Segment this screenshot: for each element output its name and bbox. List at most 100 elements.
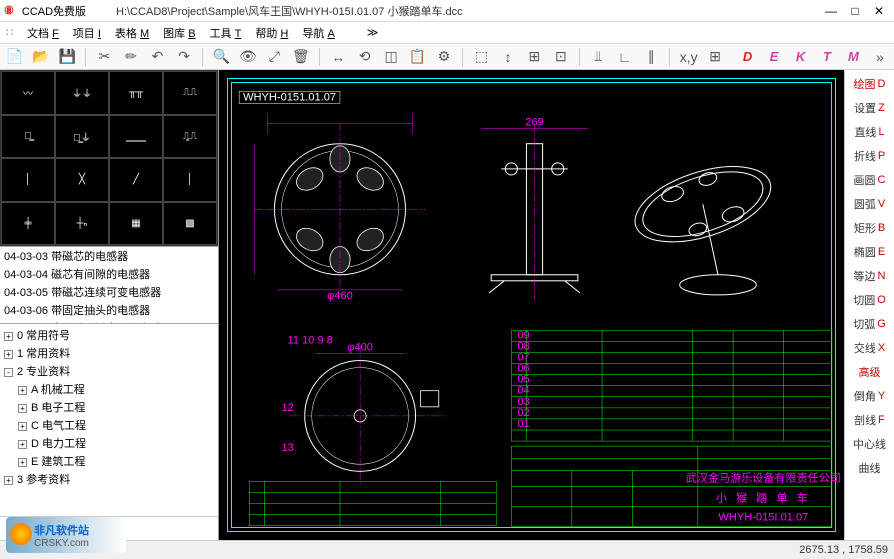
draw-tool-切弧[interactable]: 切弧G: [845, 312, 894, 336]
tree-node[interactable]: -2 专业资料: [4, 362, 214, 380]
menu-m[interactable]: 表格 M: [115, 28, 149, 40]
menu-a[interactable]: 导航 A: [302, 28, 334, 40]
symbol-cell[interactable]: ╱: [109, 158, 163, 202]
symbol-cell[interactable]: ╳: [55, 158, 109, 202]
toolbar-button[interactable]: ⊞: [705, 46, 725, 68]
symbol-cell[interactable]: ⏚⏚: [55, 71, 109, 115]
toolbar-button[interactable]: ✂: [94, 46, 114, 68]
symbol-cell[interactable]: ╪: [1, 202, 55, 246]
draw-tool-等边[interactable]: 等边N: [845, 264, 894, 288]
svg-text:φ400: φ400: [347, 341, 373, 353]
main-area: 〰⏚⏚╥╥⎍⎍〰͇⏚͇⏚⎽⎽⎍͇⎍│╳╱│╪┼ₙ▦▩ 04-03-03 带磁芯的…: [0, 70, 894, 540]
draw-tool-切圆[interactable]: 切圆O: [845, 288, 894, 312]
draw-tool-矩形[interactable]: 矩形B: [845, 216, 894, 240]
symbol-cell[interactable]: ┼ₙ: [55, 202, 109, 246]
toolbar-button[interactable]: ↕: [498, 46, 518, 68]
draw-tool-交线[interactable]: 交线X: [845, 336, 894, 360]
resource-tree: +0 常用符号+1 常用资料-2 专业资料+A 机械工程+B 电子工程+C 电气…: [0, 324, 218, 516]
tree-node[interactable]: +C 电气工程: [4, 416, 214, 434]
tree-node[interactable]: +D 电力工程: [4, 434, 214, 452]
symbol-cell[interactable]: ▦: [109, 202, 163, 246]
toolbar-button[interactable]: ✏: [121, 46, 141, 68]
toolbar-button[interactable]: ↷: [174, 46, 194, 68]
symbol-cell[interactable]: ⏚͇⏚: [55, 115, 109, 159]
symbol-cell[interactable]: ⎽⎽: [109, 115, 163, 159]
toolbar-button[interactable]: x,y: [678, 46, 698, 68]
menu-f[interactable]: 文档 F: [27, 28, 59, 40]
toolbar-button[interactable]: 📋: [407, 46, 427, 68]
toolbar-button[interactable]: ⫫: [588, 46, 608, 68]
tree-node[interactable]: +0 常用符号: [4, 326, 214, 344]
draw-tool-剖线[interactable]: 剖线F: [845, 408, 894, 432]
draw-tool-曲线[interactable]: 曲线: [845, 456, 894, 480]
svg-text:小 猴 踏 单 车: 小 猴 踏 单 车: [716, 491, 811, 505]
draw-tool-椭圆[interactable]: 椭圆E: [845, 240, 894, 264]
close-button[interactable]: ✕: [868, 3, 890, 19]
symbol-list-item[interactable]: 04-03-03 带磁芯的电感器: [0, 247, 218, 265]
symbol-list-item[interactable]: 04-03-04 磁芯有间隙的电感器: [0, 265, 218, 283]
menu-fold-icon[interactable]: ∷: [6, 26, 13, 39]
toolbar-button[interactable]: 💾: [57, 46, 77, 68]
draw-tool-绘图[interactable]: 绘图D: [845, 72, 894, 96]
symbol-cell[interactable]: 〰͇: [1, 115, 55, 159]
symbol-cell[interactable]: ⎍⎍: [163, 71, 217, 115]
mode-button-d[interactable]: D: [737, 46, 757, 68]
symbol-cell[interactable]: │: [1, 158, 55, 202]
file-path: H:\CCAD8\Project\Sample\风车王国\WHYH-015I.0…: [116, 3, 463, 19]
symbol-list-item[interactable]: 04-03-05 带磁芯连续可变电感器: [0, 283, 218, 301]
toolbar-button[interactable]: ⊡: [551, 46, 571, 68]
toolbar-button[interactable]: ∥: [641, 46, 661, 68]
mode-button-e[interactable]: E: [764, 46, 784, 68]
menu-t[interactable]: 工具 T: [210, 28, 242, 40]
symbol-cell[interactable]: │: [163, 158, 217, 202]
cursor-coordinates: 2675.13 , 1758.59: [799, 544, 888, 556]
toolbar-button[interactable]: 👁: [238, 46, 258, 68]
draw-tool-折线[interactable]: 折线P: [845, 144, 894, 168]
toolbar-button[interactable]: 📄: [4, 46, 24, 68]
toolbar-button[interactable]: ⊞: [524, 46, 544, 68]
tree-node[interactable]: +B 电子工程: [4, 398, 214, 416]
symbol-list-item[interactable]: 04-03-06 带固定抽头的电感器: [0, 301, 218, 319]
toolbar-button[interactable]: ⟲: [354, 46, 374, 68]
toolbar-button[interactable]: ∟: [615, 46, 635, 68]
draw-tool-高级[interactable]: 高级: [845, 360, 894, 384]
mode-button-m[interactable]: M: [843, 46, 863, 68]
draw-tool-圆弧[interactable]: 圆弧V: [845, 192, 894, 216]
draw-tool-画圆[interactable]: 画圆C: [845, 168, 894, 192]
tree-node[interactable]: +1 常用资料: [4, 344, 214, 362]
symbol-cell[interactable]: ▩: [163, 202, 217, 246]
toolbar-button[interactable]: ↔: [328, 46, 348, 68]
menu-overflow[interactable]: ≫: [367, 26, 379, 39]
tree-node[interactable]: +3 参考资料: [4, 470, 214, 488]
symbol-cell[interactable]: ⎍͇⎍: [163, 115, 217, 159]
toolbar-button[interactable]: 🗑: [291, 46, 311, 68]
minimize-button[interactable]: —: [820, 3, 842, 19]
mode-button-k[interactable]: K: [790, 46, 810, 68]
draw-tool-倒角[interactable]: 倒角Y: [845, 384, 894, 408]
tree-node[interactable]: +A 机械工程: [4, 380, 214, 398]
toolbar-button[interactable]: ⚙: [434, 46, 454, 68]
tree-node[interactable]: +E 建筑工程: [4, 452, 214, 470]
svg-text:12: 12: [282, 402, 294, 414]
menu-i[interactable]: 项目 I: [73, 28, 101, 40]
toolbar-button[interactable]: 🔍: [211, 46, 231, 68]
menu-b[interactable]: 图库 B: [163, 28, 195, 40]
svg-text:武汉金马游乐设备有限责任公司: 武汉金马游乐设备有限责任公司: [686, 470, 841, 484]
draw-tool-直线[interactable]: 直线L: [845, 120, 894, 144]
symbol-cell[interactable]: 〰: [1, 71, 55, 115]
toolbar-button[interactable]: ◫: [381, 46, 401, 68]
toolbar-overflow[interactable]: »: [870, 46, 890, 68]
draw-tool-中心线[interactable]: 中心线: [845, 432, 894, 456]
toolbar-button[interactable]: ↶: [147, 46, 167, 68]
drawing-canvas[interactable]: WHYH-0151.01.07 φ460: [219, 70, 844, 540]
maximize-button[interactable]: □: [844, 3, 866, 19]
svg-text:13: 13: [282, 442, 294, 454]
toolbar-button[interactable]: ⬚: [471, 46, 491, 68]
draw-tool-设置[interactable]: 设置Z: [845, 96, 894, 120]
toolbar-button[interactable]: ⤢: [264, 46, 284, 68]
toolbar-button[interactable]: 📂: [30, 46, 50, 68]
mode-button-t[interactable]: T: [817, 46, 837, 68]
symbol-cell[interactable]: ╥╥: [109, 71, 163, 115]
status-bar: 2675.13 , 1758.59: [0, 540, 894, 559]
menu-h[interactable]: 帮助 H: [255, 28, 288, 40]
